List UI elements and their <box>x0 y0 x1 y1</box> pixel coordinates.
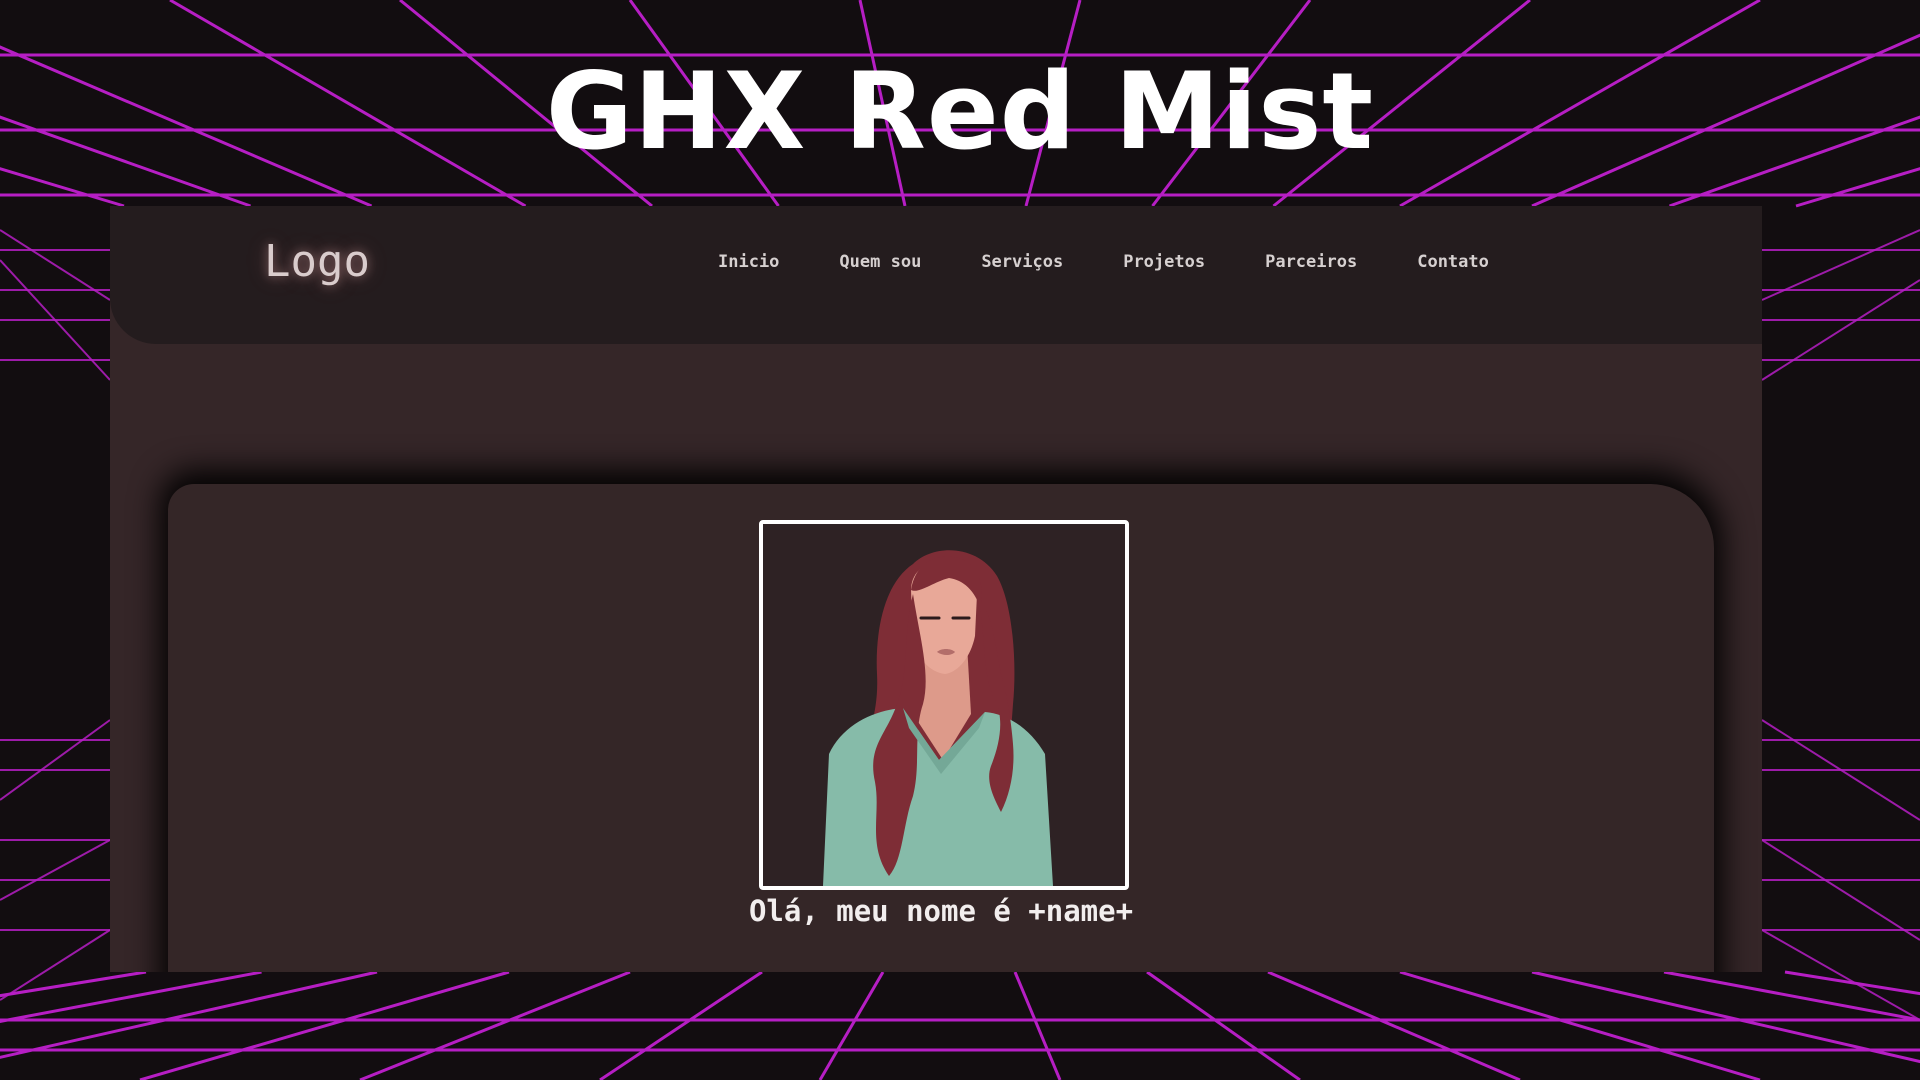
nav-parceiros[interactable]: Parceiros <box>1265 252 1357 272</box>
grid-line <box>1267 970 1521 1080</box>
grid-line <box>359 970 631 1080</box>
main-nav: Inicio Quem sou Serviços Projetos Parcei… <box>718 252 1549 272</box>
hero-card: Olá, meu nome é +name+ <box>168 484 1714 972</box>
grid-line <box>1784 970 1920 996</box>
grid-line <box>1399 970 1761 1080</box>
page-title: GHX Red Mist <box>545 50 1375 173</box>
grid-line <box>1146 970 1301 1080</box>
grid-line <box>0 839 111 901</box>
site-logo[interactable]: Logo <box>264 236 370 287</box>
nav-projetos[interactable]: Projetos <box>1123 252 1205 272</box>
woman-illustration-icon <box>823 550 1053 886</box>
grid-line <box>0 929 111 1001</box>
grid-line <box>139 970 510 1080</box>
nav-quem-sou[interactable]: Quem sou <box>839 252 921 272</box>
nav-servicos[interactable]: Serviços <box>981 252 1063 272</box>
nav-contato[interactable]: Contato <box>1417 252 1489 272</box>
hero-greeting: Olá, meu nome é +name+ <box>748 894 1134 928</box>
nav-inicio[interactable]: Inicio <box>718 252 779 272</box>
grid-line <box>1013 971 1062 1080</box>
grid-line <box>599 970 763 1080</box>
grid-line <box>818 971 885 1080</box>
grid-line <box>0 719 111 801</box>
profile-picture-frame <box>759 520 1129 890</box>
website-preview: Logo Inicio Quem sou Serviços Projetos P… <box>110 206 1762 972</box>
grid-line <box>1761 839 1920 941</box>
grid-line <box>1531 970 1920 1064</box>
site-header: Logo Inicio Quem sou Serviços Projetos P… <box>110 206 1762 344</box>
grid-line <box>1761 279 1920 381</box>
grid-line <box>0 970 147 998</box>
